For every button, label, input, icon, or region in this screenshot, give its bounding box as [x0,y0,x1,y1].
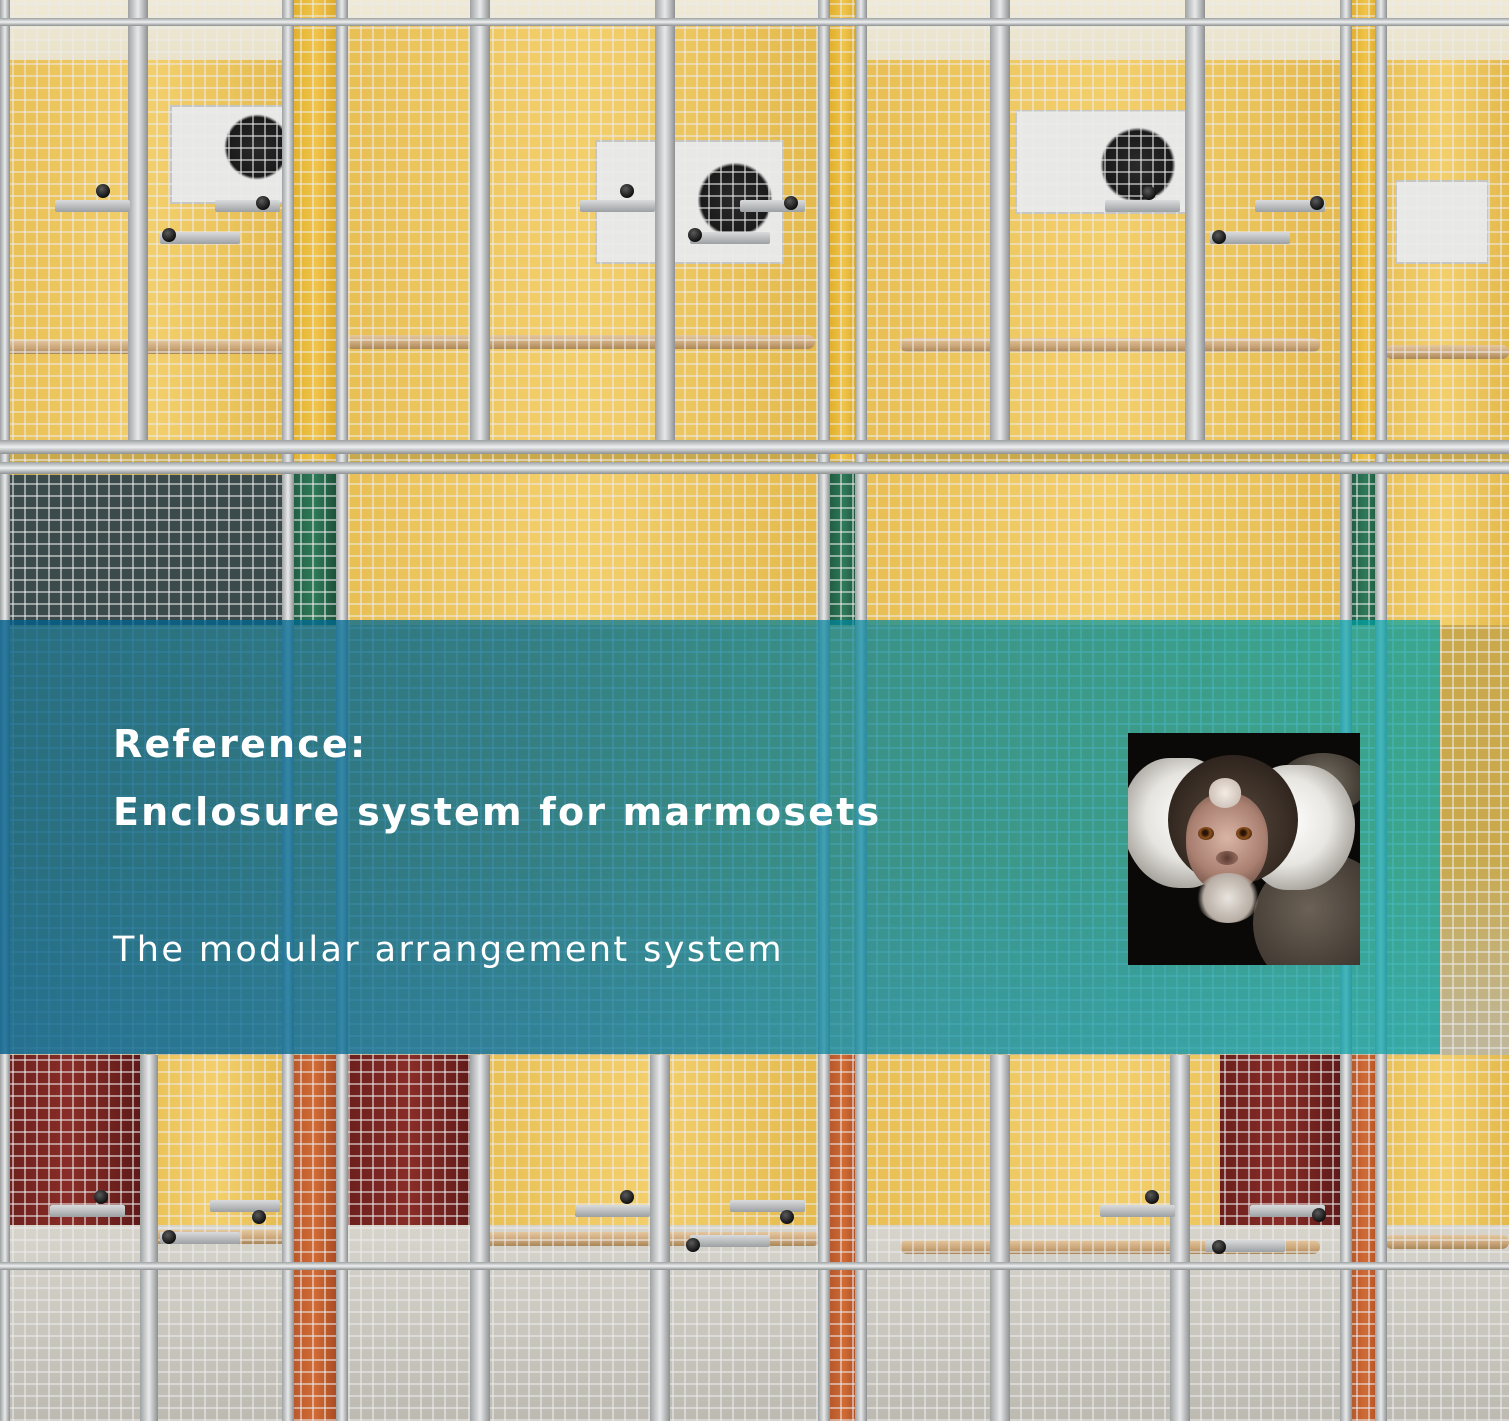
page-subtitle: The modular arrangement system [113,930,784,970]
title-reference-label: Reference: [113,722,368,766]
brochure-cover: Reference: Enclosure system for marmoset… [0,0,1509,1421]
marmoset-photo [1128,733,1360,965]
page-title: Enclosure system for marmosets [113,790,882,834]
